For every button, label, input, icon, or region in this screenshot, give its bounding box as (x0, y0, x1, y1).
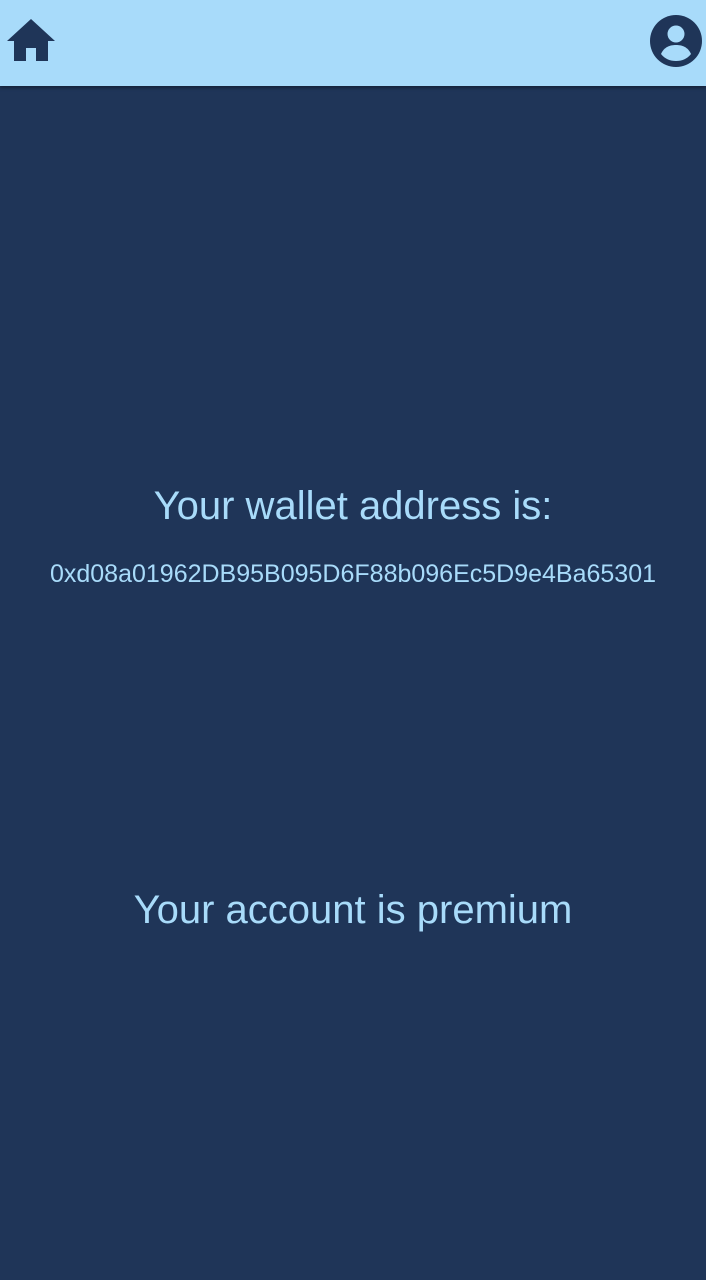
top-app-bar (0, 0, 706, 86)
account-status-text: Your account is premium (133, 888, 573, 932)
home-button[interactable] (3, 12, 59, 68)
wallet-address-label: Your wallet address is: (153, 484, 553, 528)
account-button[interactable] (648, 13, 704, 69)
home-icon (7, 19, 55, 61)
wallet-address-value: 0xd08a01962DB95B095D6F88b096Ec5D9e4Ba653… (49, 560, 657, 588)
account-circle-icon (650, 15, 702, 67)
app-screen: Your wallet address is: 0xd08a01962DB95B… (0, 0, 706, 1280)
